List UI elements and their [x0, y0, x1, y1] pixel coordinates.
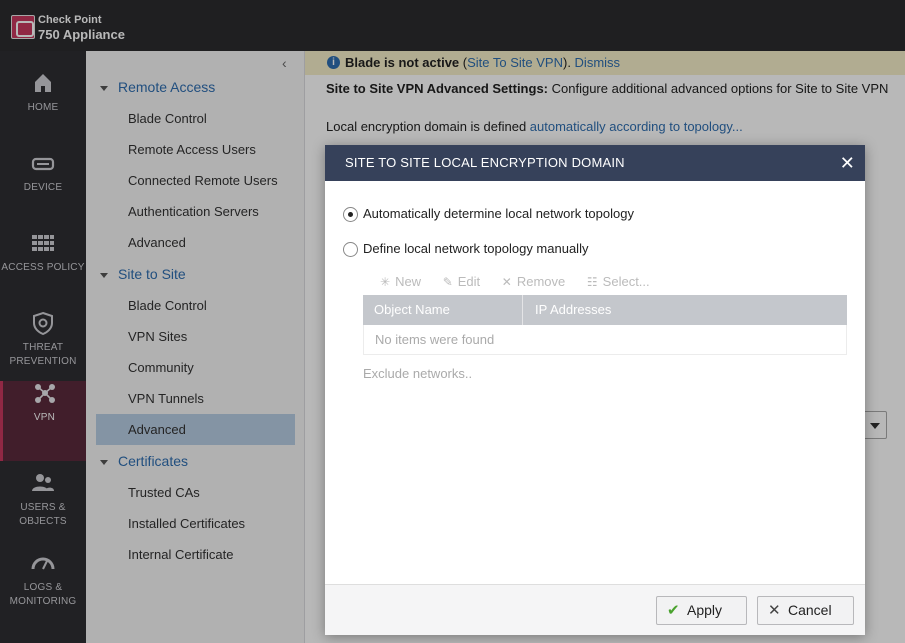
radio-unchecked-icon[interactable] — [343, 242, 358, 258]
column-object-name[interactable]: Object Name — [363, 295, 523, 325]
plus-icon: ✳ — [380, 275, 391, 289]
dialog-header: SITE TO SITE LOCAL ENCRYPTION DOMAIN ✕ — [325, 145, 865, 181]
check-icon: ✔ — [667, 602, 680, 619]
empty-table-message: No items were found — [363, 325, 847, 355]
topology-toolbar: ✳ New ✎ Edit ✕ Remove ☷ Select... — [380, 274, 668, 292]
dialog-title: SITE TO SITE LOCAL ENCRYPTION DOMAIN — [345, 155, 625, 170]
close-icon: ✕ — [768, 602, 781, 619]
edit-button[interactable]: ✎ Edit — [443, 274, 480, 289]
dialog-footer: ✔ Apply ✕ Cancel — [325, 584, 865, 635]
radio-checked-icon[interactable] — [343, 207, 358, 223]
topology-table: Object Name IP Addresses No items were f… — [363, 295, 847, 355]
select-list-icon: ☷ — [586, 275, 598, 289]
select-button[interactable]: ☷ Select... — [587, 274, 650, 289]
encryption-domain-dialog: SITE TO SITE LOCAL ENCRYPTION DOMAIN ✕ A… — [325, 145, 865, 635]
close-icon[interactable]: ✕ — [840, 145, 855, 181]
table-header: Object Name IP Addresses — [363, 295, 847, 325]
apply-button[interactable]: ✔ Apply — [656, 596, 747, 625]
pencil-icon: ✎ — [442, 275, 453, 289]
column-ip-addresses[interactable]: IP Addresses — [524, 295, 611, 325]
radio-auto-topology[interactable]: Automatically determine local network to… — [343, 206, 634, 224]
exclude-networks-link[interactable]: Exclude networks.. — [363, 366, 472, 381]
cancel-button[interactable]: ✕ Cancel — [757, 596, 854, 625]
new-button[interactable]: ✳ New — [380, 274, 421, 289]
radio-manual-topology[interactable]: Define local network topology manually — [343, 241, 588, 259]
x-icon: ✕ — [501, 275, 512, 289]
remove-button[interactable]: ✕ Remove — [502, 274, 565, 289]
